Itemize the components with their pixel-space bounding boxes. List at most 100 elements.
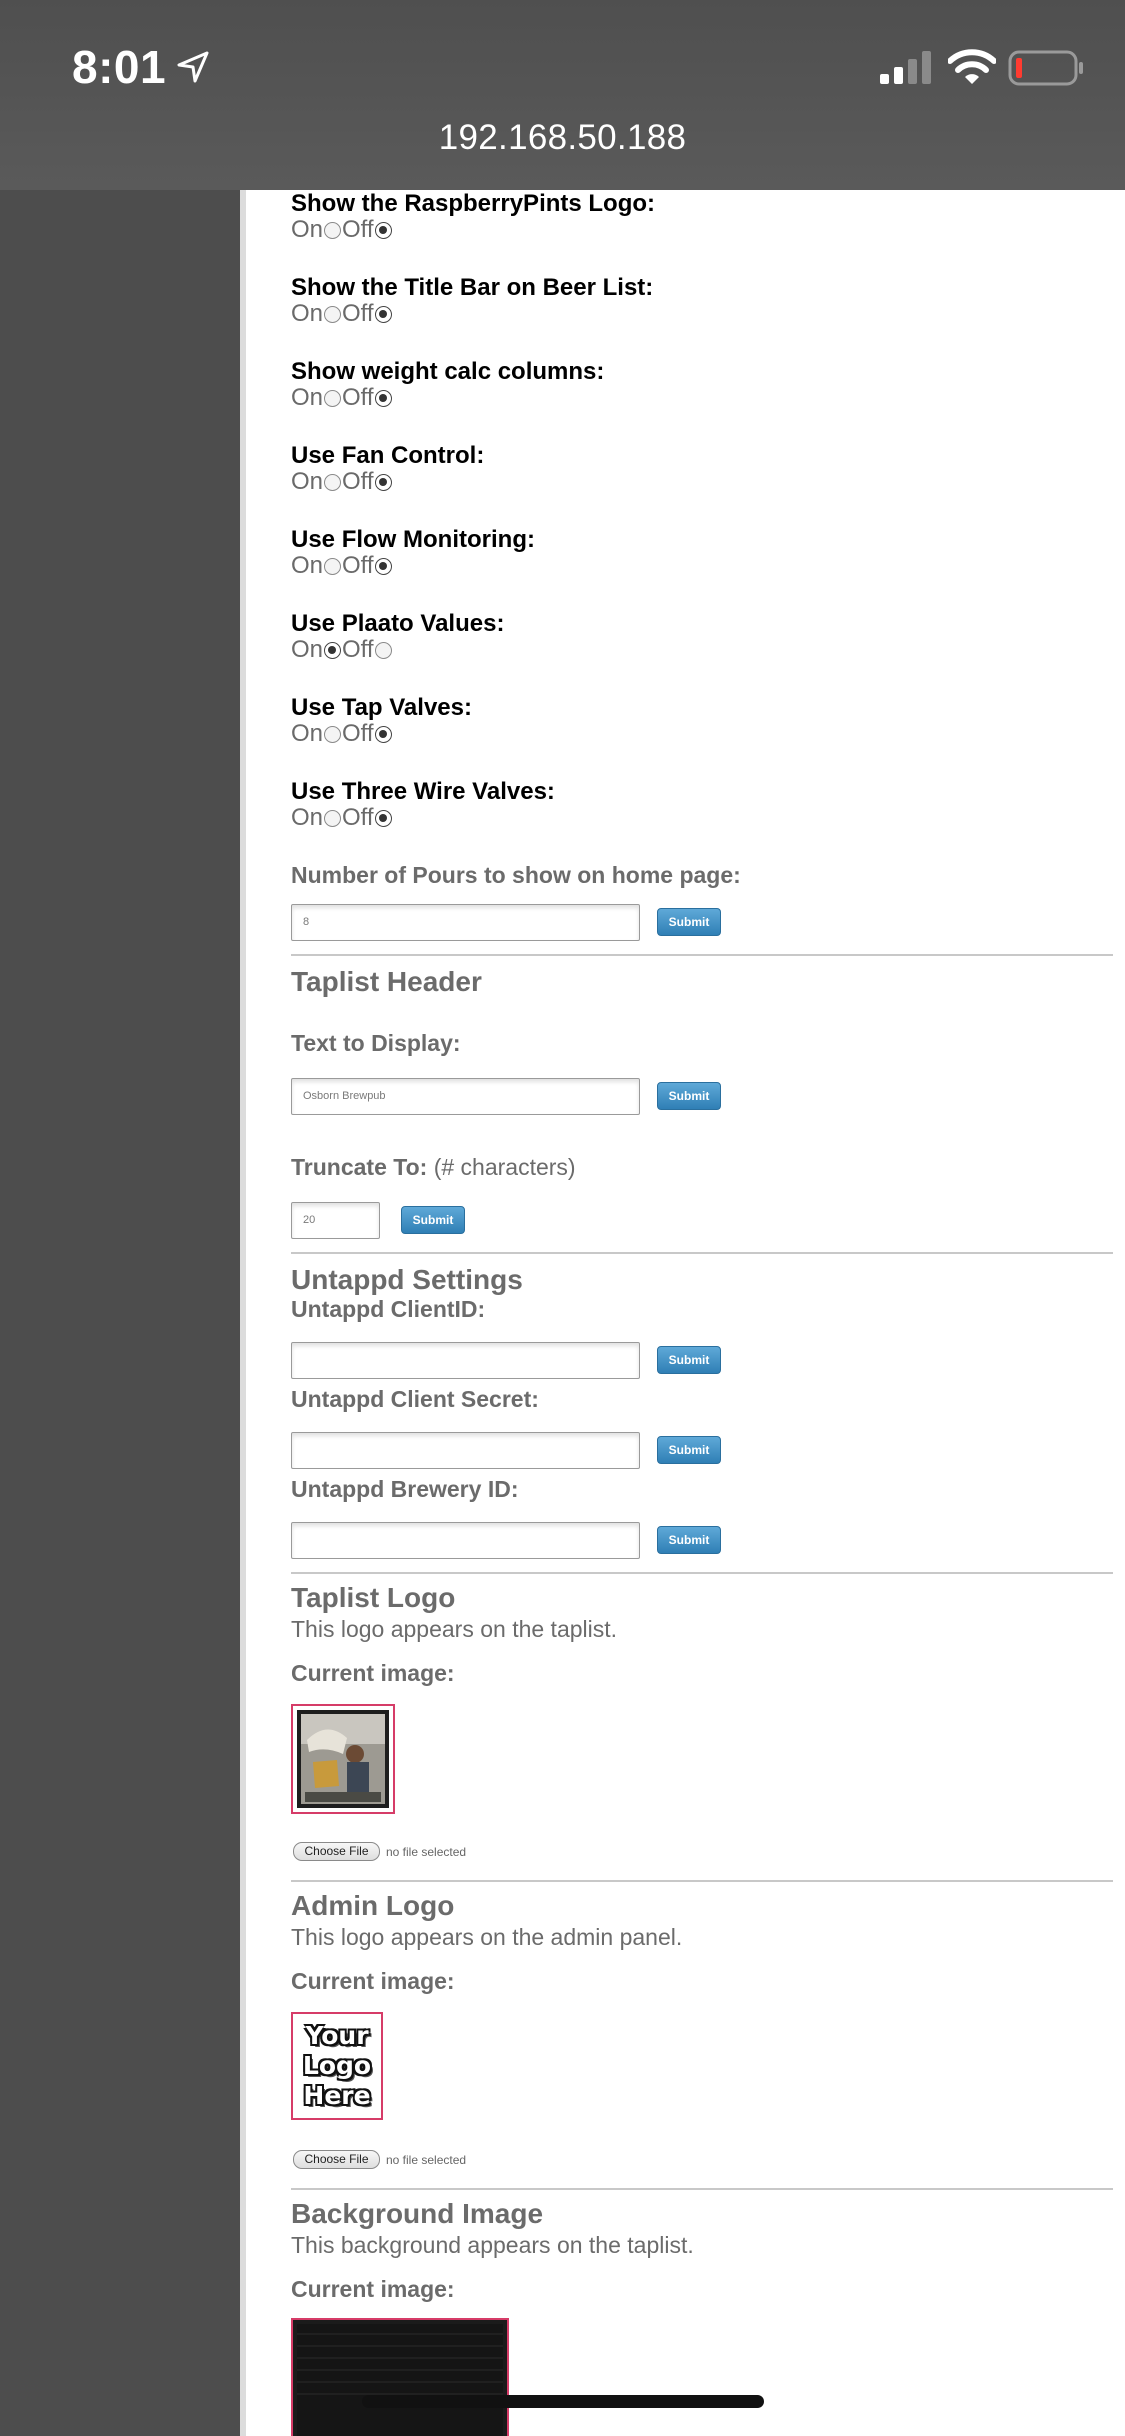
background-image-title: Background Image xyxy=(291,2198,544,2229)
truncate-input[interactable]: 20 xyxy=(291,1202,380,1239)
admin-logo-title: Admin Logo xyxy=(291,1890,455,1921)
text-to-display-label: Text to Display: xyxy=(291,1030,461,1056)
address-bar-url[interactable]: 192.168.50.188 xyxy=(0,118,1125,158)
untappd-client-id-label: Untappd ClientID: xyxy=(291,1296,486,1322)
radio-off[interactable] xyxy=(374,641,392,659)
untappd-client-id-submit-button[interactable]: Submit xyxy=(657,1346,721,1374)
taplist-logo-photo xyxy=(297,1710,389,1808)
logo-placeholder-line: Logo xyxy=(302,2051,372,2080)
option-radio-group-title-bar: On Off xyxy=(291,300,393,328)
pours-submit-button[interactable]: Submit xyxy=(657,908,721,936)
background-image-current-label: Current image: xyxy=(291,2276,455,2302)
radio-off[interactable] xyxy=(374,221,392,239)
untappd-client-secret-label: Untappd Client Secret: xyxy=(291,1386,539,1412)
option-radio-group-tap-valves: On Off xyxy=(291,720,393,748)
radio-on-label: On xyxy=(291,636,324,663)
radio-on-label: On xyxy=(291,552,324,579)
taplist-logo-image xyxy=(291,1704,395,1814)
untappd-client-id-input[interactable] xyxy=(291,1342,640,1379)
pours-input[interactable]: 8 xyxy=(291,904,640,941)
section-divider xyxy=(291,954,1113,956)
option-radio-group-three-wire-valves: On Off xyxy=(291,804,393,832)
admin-logo-image: Your Logo Here xyxy=(291,2012,383,2120)
radio-on[interactable] xyxy=(324,557,342,575)
radio-off-label: Off xyxy=(342,552,374,579)
radio-on[interactable] xyxy=(324,305,342,323)
radio-off-label: Off xyxy=(342,216,374,243)
section-divider xyxy=(291,1252,1113,1254)
admin-logo-choose-file-button[interactable]: Choose File xyxy=(293,2150,380,2169)
logo-placeholder-line: Here xyxy=(303,2081,371,2110)
text-to-display-submit-button[interactable]: Submit xyxy=(657,1082,721,1110)
cellular-signal-icon xyxy=(880,51,931,84)
untappd-settings-title: Untappd Settings xyxy=(291,1264,523,1295)
battery-low-icon xyxy=(1008,50,1083,86)
settings-page: Show the RaspberryPints Logo: On Off Sho… xyxy=(240,190,1125,2436)
option-label-flow-monitoring: Use Flow Monitoring: xyxy=(291,526,535,553)
radio-off-label: Off xyxy=(342,300,374,327)
section-divider xyxy=(291,1880,1113,1882)
untappd-brewery-id-submit-button[interactable]: Submit xyxy=(657,1526,721,1554)
option-radio-group-fan-control: On Off xyxy=(291,468,393,496)
radio-on[interactable] xyxy=(324,641,342,659)
option-label-plaato-values: Use Plaato Values: xyxy=(291,610,505,637)
untappd-client-secret-submit-button[interactable]: Submit xyxy=(657,1436,721,1464)
option-radio-group-flow-monitoring: On Off xyxy=(291,552,393,580)
admin-logo-description: This logo appears on the admin panel. xyxy=(291,1924,683,1950)
truncate-label-text: Truncate To: xyxy=(291,1154,428,1180)
untappd-brewery-id-input[interactable] xyxy=(291,1522,640,1559)
option-radio-group-raspberrypints-logo: On Off xyxy=(291,216,393,244)
radio-on[interactable] xyxy=(324,473,342,491)
option-label-weight-calc: Show weight calc columns: xyxy=(291,358,605,385)
radio-off-label: Off xyxy=(342,720,374,747)
radio-off[interactable] xyxy=(374,389,392,407)
admin-logo-current-label: Current image: xyxy=(291,1968,455,1994)
radio-on-label: On xyxy=(291,468,324,495)
taplist-header-title: Taplist Header xyxy=(291,966,482,997)
taplist-logo-file-status: no file selected xyxy=(386,1845,467,1859)
option-label-raspberrypints-logo: Show the RaspberryPints Logo: xyxy=(291,190,656,217)
radio-on-label: On xyxy=(291,384,324,411)
untappd-brewery-id-label: Untappd Brewery ID: xyxy=(291,1476,519,1502)
option-label-three-wire-valves: Use Three Wire Valves: xyxy=(291,778,555,805)
radio-on-label: On xyxy=(291,216,324,243)
radio-off[interactable] xyxy=(374,809,392,827)
logo-placeholder-text: Your Logo Here xyxy=(297,2018,377,2114)
radio-off-label: Off xyxy=(342,384,374,411)
pours-label: Number of Pours to show on home page: xyxy=(291,862,741,888)
radio-off[interactable] xyxy=(374,557,392,575)
option-label-title-bar: Show the Title Bar on Beer List: xyxy=(291,274,654,301)
option-label-tap-valves: Use Tap Valves: xyxy=(291,694,472,721)
radio-off-label: Off xyxy=(342,636,374,663)
background-image-preview xyxy=(291,2318,509,2436)
radio-on-label: On xyxy=(291,804,324,831)
radio-off[interactable] xyxy=(374,725,392,743)
radio-off[interactable] xyxy=(374,473,392,491)
brick-wall-photo xyxy=(297,2324,503,2436)
taplist-logo-title: Taplist Logo xyxy=(291,1582,456,1613)
browser-top-bar: 8:01 192.168.50.188 xyxy=(0,0,1125,190)
location-arrow-icon xyxy=(177,51,209,83)
section-divider xyxy=(291,1572,1113,1574)
radio-off-label: Off xyxy=(342,468,374,495)
status-time: 8:01 xyxy=(72,41,167,93)
untappd-client-secret-input[interactable] xyxy=(291,1432,640,1469)
truncate-submit-button[interactable]: Submit xyxy=(401,1206,465,1234)
text-to-display-input[interactable]: Osborn Brewpub xyxy=(291,1078,640,1115)
home-indicator[interactable] xyxy=(362,2395,764,2408)
radio-on-label: On xyxy=(291,720,324,747)
radio-on[interactable] xyxy=(324,725,342,743)
admin-logo-file-status: no file selected xyxy=(386,2153,467,2167)
taplist-logo-choose-file-button[interactable]: Choose File xyxy=(293,1842,380,1861)
taplist-logo-description: This logo appears on the taplist. xyxy=(291,1616,618,1642)
radio-off[interactable] xyxy=(374,305,392,323)
radio-on[interactable] xyxy=(324,221,342,239)
option-radio-group-plaato-values: On Off xyxy=(291,636,393,664)
background-image-description: This background appears on the taplist. xyxy=(291,2232,694,2258)
truncate-label: Truncate To: (# characters) xyxy=(291,1154,576,1181)
radio-on[interactable] xyxy=(324,389,342,407)
radio-on[interactable] xyxy=(324,809,342,827)
logo-placeholder-line: Your xyxy=(305,2021,369,2050)
truncate-note: (# characters) xyxy=(433,1154,576,1180)
option-label-fan-control: Use Fan Control: xyxy=(291,442,485,469)
